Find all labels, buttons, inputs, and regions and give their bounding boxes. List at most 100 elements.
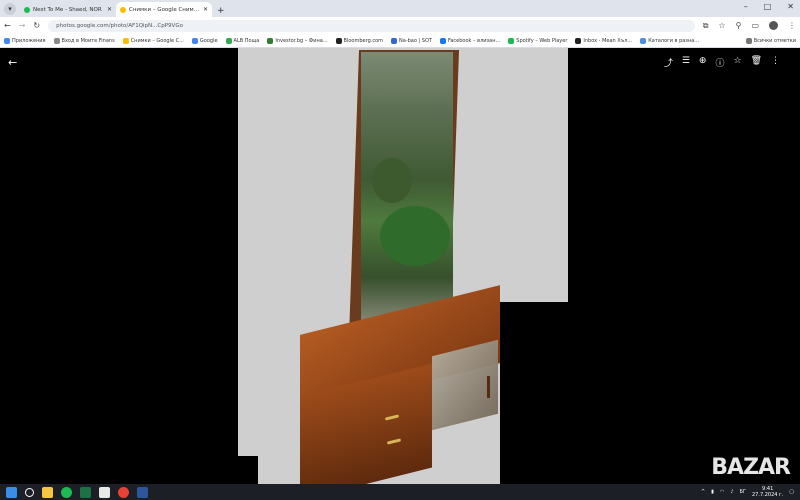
battery-icon[interactable]: ▮	[711, 489, 714, 495]
taskbar: ^ ▮ ◠ ♪ БГ 9:41 27.7.2024 г. ▢	[0, 484, 800, 500]
bookmark-item[interactable]: Spotify – Web Player	[508, 37, 568, 44]
zoom-icon[interactable]: ⊕	[699, 56, 707, 69]
photo-cutout	[500, 302, 568, 484]
address-bar[interactable]: photos.google.com/photo/AF1QipN...CpP9VG…	[48, 19, 695, 32]
bookmark-label: Приложения	[12, 37, 46, 44]
language-indicator[interactable]: БГ	[740, 489, 746, 495]
bookmark-label: Google	[199, 37, 218, 44]
start-icon[interactable]	[6, 486, 17, 498]
volume-icon[interactable]: ♪	[730, 489, 733, 495]
photo-viewer: ← ⤴ ☰ ⊕ ⓘ ☆ 🗑 ⋮ BAZAR	[0, 48, 800, 500]
reload-icon[interactable]: ↻	[33, 21, 40, 30]
install-icon[interactable]: ⧉	[703, 21, 709, 31]
bookmark-label: Bloomberg.com	[343, 37, 384, 44]
info-icon[interactable]: ⓘ	[715, 56, 724, 69]
bookmark-favicon-icon	[439, 37, 446, 44]
chrome-icon[interactable]	[118, 486, 129, 498]
tab-title: Снимки – Google Снимки	[129, 6, 200, 13]
bookmark-favicon-icon	[508, 37, 515, 44]
clock-date: 27.7.2024 г.	[752, 492, 784, 498]
tab-close-icon[interactable]: ✕	[203, 6, 208, 13]
folder-icon	[745, 37, 752, 44]
tab-search-icon[interactable]: ▾	[4, 3, 16, 15]
clock[interactable]: 9:41 27.7.2024 г.	[752, 486, 783, 498]
bookmark-favicon-icon	[391, 37, 398, 44]
viewer-toolbar: ⤴ ☰ ⊕ ⓘ ☆ 🗑 ⋮	[664, 56, 780, 69]
close-window-button[interactable]: ✕	[787, 2, 794, 11]
bookmark-label: Снимки – Google С...	[130, 37, 184, 44]
bookmark-favicon-icon	[191, 37, 198, 44]
bookmark-favicon-icon	[53, 37, 60, 44]
bookmark-item[interactable]: Na-bao | SOT	[391, 37, 432, 44]
back-nav-icon[interactable]: ←	[4, 21, 11, 30]
bookmark-label: Каталоги в разна...	[648, 37, 700, 44]
browser-toolbar: ← → ↻ photos.google.com/photo/AF1QipN...…	[0, 17, 800, 34]
bookmark-favicon-icon	[267, 37, 274, 44]
watermark-logo: BAZAR	[711, 455, 791, 480]
bookmark-label: Всички отметки	[753, 37, 796, 44]
spotify-icon[interactable]	[61, 486, 72, 498]
tab-strip: ▾ Next To Me - Shaed, NOR ✕ Снимки – Goo…	[0, 0, 800, 17]
plant-reflection	[372, 158, 412, 203]
photos-favicon-icon	[120, 6, 126, 13]
bookmark-label: Investor.bg – Фина...	[275, 37, 328, 44]
photo-cutout	[238, 456, 258, 484]
bookmark-item[interactable]: Inbox - Mean Хъл...	[575, 37, 632, 44]
tab-google-photos[interactable]: Снимки – Google Снимки ✕	[116, 2, 212, 17]
toolbar-actions: ⧉ ☆ ⚲ ▭ ⋮	[703, 21, 796, 31]
word-icon[interactable]	[137, 486, 148, 498]
search-icon[interactable]	[25, 487, 34, 497]
bookmark-item[interactable]: Facebook – влизан...	[439, 37, 501, 44]
bookmark-item[interactable]: Каталоги в разна...	[640, 37, 700, 44]
side-panel-icon[interactable]: ▭	[751, 21, 759, 30]
more-icon[interactable]: ⋮	[771, 56, 780, 69]
bookmark-item[interactable]: Приложения	[4, 37, 46, 44]
tab-spotify[interactable]: Next To Me - Shaed, NOR ✕	[20, 2, 116, 17]
arrow-left-icon[interactable]: ←	[8, 56, 17, 69]
all-bookmarks-button[interactable]: Всички отметки	[745, 37, 796, 44]
bookmark-item[interactable]: Google	[191, 37, 218, 44]
bookmark-item[interactable]: Снимки – Google С...	[122, 37, 184, 44]
notification-icon[interactable]: ▢	[789, 489, 794, 495]
bookmark-item[interactable]: Вход в Моите Finans	[53, 37, 115, 44]
bookmark-favicon-icon	[335, 37, 342, 44]
bookmark-star-icon[interactable]: ☆	[718, 21, 725, 30]
plant-reflection	[380, 206, 450, 266]
new-tab-button[interactable]: +	[212, 6, 230, 17]
forward-nav-icon[interactable]: →	[19, 21, 26, 30]
chevron-up-icon[interactable]: ^	[701, 489, 705, 495]
bookmark-label: Na-bao | SOT	[399, 37, 432, 44]
bookmark-item[interactable]: Investor.bg – Фина...	[267, 37, 328, 44]
bookmark-favicon-icon	[122, 37, 129, 44]
excel-icon[interactable]	[80, 486, 91, 498]
bookmark-favicon-icon	[575, 37, 582, 44]
spotify-favicon-icon	[24, 6, 30, 13]
delete-icon[interactable]: 🗑	[751, 56, 762, 69]
bookmark-label: ALB Поща	[233, 37, 260, 44]
share-icon[interactable]: ⤴	[664, 56, 673, 69]
star-icon[interactable]: ☆	[733, 56, 741, 69]
minimize-button[interactable]: –	[744, 2, 748, 11]
menu-icon[interactable]: ⋮	[788, 21, 796, 30]
tab-close-icon[interactable]: ✕	[107, 6, 112, 13]
bookmark-label: Вход в Моите Finans	[61, 37, 115, 44]
bookmark-item[interactable]: ALB Поща	[225, 37, 260, 44]
tab-title: Next To Me - Shaed, NOR	[33, 6, 102, 13]
files-icon[interactable]	[99, 486, 110, 498]
system-tray: ^ ▮ ◠ ♪ БГ 9:41 27.7.2024 г. ▢	[701, 486, 800, 498]
extensions-icon[interactable]: ⚲	[736, 21, 742, 30]
cabinet-leg	[487, 376, 490, 398]
bookmark-item[interactable]: Bloomberg.com	[335, 37, 384, 44]
tune-icon[interactable]: ☰	[682, 56, 690, 69]
file-explorer-icon[interactable]	[42, 486, 53, 498]
bookmarks-bar: Приложения Вход в Моите Finans Снимки – …	[0, 34, 800, 48]
bookmark-label: Spotify – Web Player	[516, 37, 568, 44]
window-controls: – □ ✕	[744, 2, 794, 11]
apps-grid-icon	[4, 37, 10, 44]
bookmark-label: Facebook – влизан...	[447, 37, 501, 44]
maximize-button[interactable]: □	[764, 2, 772, 11]
profile-avatar[interactable]	[769, 21, 778, 30]
bookmark-favicon-icon	[640, 37, 647, 44]
wifi-icon[interactable]: ◠	[720, 489, 724, 495]
bookmark-favicon-icon	[225, 37, 232, 44]
